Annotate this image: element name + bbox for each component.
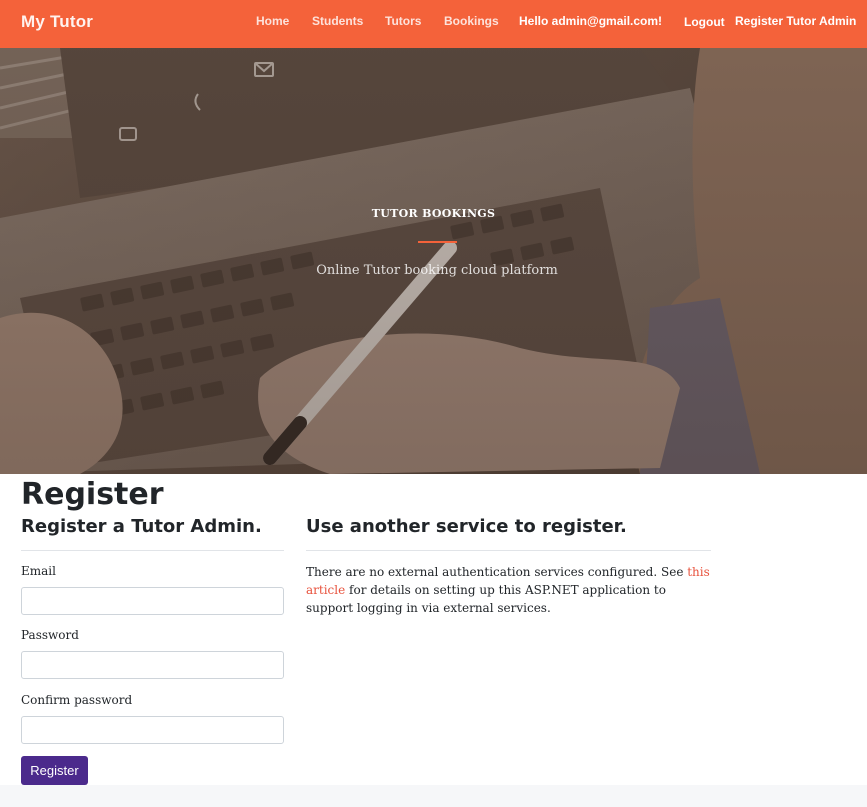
main-content: Register Register a Tutor Admin. Email P… — [0, 474, 867, 785]
navbar: My Tutor Home Students Tutors Bookings H… — [0, 0, 867, 48]
nav-home[interactable]: Home — [256, 14, 289, 28]
nav-tutors[interactable]: Tutors — [385, 14, 421, 28]
confirm-password-label: Confirm password — [21, 693, 133, 707]
hero-background-image — [0, 48, 867, 474]
external-info-text-before: There are no external authentication ser… — [306, 565, 688, 579]
external-heading: Use another service to register. — [306, 516, 627, 537]
hero-banner: TUTOR BOOKINGS Online Tutor booking clou… — [0, 48, 867, 474]
form-heading: Register a Tutor Admin. — [21, 516, 262, 537]
hero-divider — [418, 241, 457, 243]
hero-title: TUTOR BOOKINGS — [371, 207, 496, 220]
email-field[interactable] — [21, 587, 284, 615]
nav-students[interactable]: Students — [312, 14, 363, 28]
password-label: Password — [21, 628, 79, 642]
external-info-text-after: for details on setting up this ASP.NET a… — [306, 583, 666, 615]
external-auth-info: There are no external authentication ser… — [306, 563, 716, 617]
page-title: Register — [21, 477, 164, 512]
nav-bookings[interactable]: Bookings — [444, 14, 499, 28]
nav-greeting[interactable]: Hello admin@gmail.com! — [519, 14, 662, 28]
password-field[interactable] — [21, 651, 284, 679]
form-divider — [21, 550, 284, 551]
nav-register-admin[interactable]: Register Tutor Admin — [735, 14, 856, 28]
nav-logout[interactable]: Logout — [684, 15, 725, 29]
external-divider — [306, 550, 711, 551]
hero-subtitle: Online Tutor booking cloud platform — [316, 263, 558, 278]
register-button[interactable]: Register — [21, 756, 88, 785]
brand-link[interactable]: My Tutor — [21, 12, 93, 32]
confirm-password-field[interactable] — [21, 716, 284, 744]
email-label: Email — [21, 564, 56, 578]
page-footer-area — [0, 785, 867, 807]
